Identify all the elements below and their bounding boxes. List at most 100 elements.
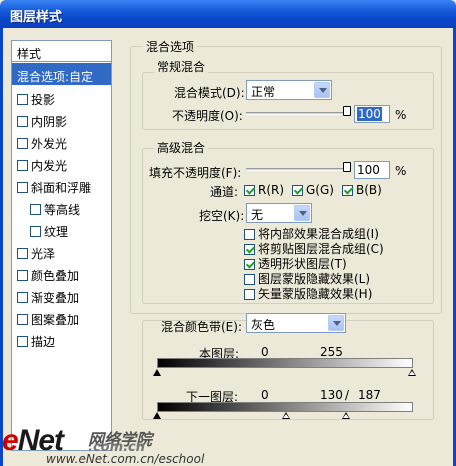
style-list-header: 样式 <box>12 41 111 62</box>
channel-r-label: R(R) <box>258 183 285 197</box>
gradient-overlay-checkbox[interactable] <box>17 291 28 303</box>
blend-mode-label: 混合模式(D): <box>174 86 245 100</box>
style-item-color-overlay[interactable]: 颜色叠加 <box>12 262 111 284</box>
window-title: 图层样式 <box>10 10 63 25</box>
option-label: 图层蒙版隐藏效果(L) <box>258 272 371 286</box>
style-item-label: 外发光 <box>31 136 68 151</box>
inner-glow-checkbox[interactable] <box>17 159 28 171</box>
chevron-down-icon[interactable] <box>294 205 310 221</box>
channel-b-label: B(B) <box>356 183 382 197</box>
this-layer-gradient <box>157 358 413 368</box>
style-item-label: 投影 <box>31 92 56 107</box>
style-item-label: 渐变叠加 <box>31 290 80 305</box>
style-item-drop-shadow[interactable]: 投影 <box>12 86 111 108</box>
opacity-slider-track[interactable] <box>246 112 350 115</box>
underlying-split-slider-right[interactable] <box>342 412 350 419</box>
blend-clipped-checkbox[interactable] <box>244 244 255 255</box>
vector-mask-hides-checkbox[interactable] <box>244 289 255 300</box>
style-item-label: 等高线 <box>44 202 81 217</box>
fill-opacity-unit: % <box>395 164 407 178</box>
knockout-label: 挖空(K): <box>199 209 245 223</box>
option-label: 矢量蒙版隐藏效果(H) <box>258 287 373 301</box>
channel-g-label: G(G) <box>306 183 334 197</box>
style-item-texture[interactable]: 纹理 <box>12 218 111 240</box>
layer-mask-hides-checkbox[interactable] <box>244 274 255 285</box>
style-item-stroke[interactable]: 描边 <box>12 328 111 350</box>
title-bar: 图层样式 <box>0 0 456 28</box>
color-overlay-checkbox[interactable] <box>17 269 28 281</box>
advanced-blending-title: 高级混合 <box>154 139 209 156</box>
this-layer-black-slider[interactable] <box>153 369 161 376</box>
watermark: eNet 网络学院 .com.cn www.eNet.com.cn/eschoo… <box>0 420 456 466</box>
style-item-gradient-overlay[interactable]: 渐变叠加 <box>12 284 111 306</box>
underlying-separator: / <box>345 388 350 402</box>
style-item-label: 光泽 <box>31 246 56 261</box>
channel-r-checkbox[interactable] <box>244 185 255 196</box>
style-list: 样式 混合选项:自定 投影 内阴影 外发光 内发光 斜面和浮雕 等高线 纹理 光… <box>11 40 112 451</box>
option-label: 将剪贴图层混合成组(C) <box>258 242 384 256</box>
opacity-slider-thumb[interactable] <box>343 106 351 116</box>
blend-interior-checkbox[interactable] <box>244 229 255 240</box>
option-label: 透明形状图层(T) <box>258 257 347 271</box>
contour-checkbox[interactable] <box>30 203 41 215</box>
fill-opacity-slider-track[interactable] <box>246 168 350 171</box>
style-item-inner-glow[interactable]: 内发光 <box>12 152 111 174</box>
fill-opacity-value: 100 <box>357 163 380 177</box>
channel-b-checkbox[interactable] <box>342 185 353 196</box>
style-item-bevel-emboss[interactable]: 斜面和浮雕 <box>12 174 111 196</box>
style-item-label: 内阴影 <box>31 114 68 129</box>
style-item-outer-glow[interactable]: 外发光 <box>12 130 111 152</box>
outer-glow-checkbox[interactable] <box>17 137 28 149</box>
style-item-blending-options[interactable]: 混合选项:自定 <box>12 63 111 85</box>
style-item-label: 图案叠加 <box>31 312 80 327</box>
blend-if-value: 灰色 <box>251 318 276 332</box>
channels-label: 通道: <box>210 185 239 199</box>
pattern-overlay-checkbox[interactable] <box>17 313 28 325</box>
style-item-pattern-overlay[interactable]: 图案叠加 <box>12 306 111 328</box>
knockout-select[interactable]: 无 <box>246 203 312 223</box>
blend-if-label: 混合颜色带(E): <box>161 320 242 334</box>
chevron-down-icon[interactable] <box>314 82 330 98</box>
opacity-input[interactable]: 100 <box>354 105 390 123</box>
style-item-satin[interactable]: 光泽 <box>12 240 111 262</box>
satin-checkbox[interactable] <box>17 247 28 259</box>
opacity-label: 不透明度(O): <box>172 109 243 123</box>
watermark-url: www.eNet.com.cn/eschool <box>46 452 205 466</box>
stroke-checkbox[interactable] <box>17 335 28 347</box>
style-item-label: 斜面和浮雕 <box>31 180 92 195</box>
general-blending-title: 常规混合 <box>154 58 209 75</box>
fill-opacity-label: 填充不透明度(F): <box>149 166 242 180</box>
option-vector-mask-hides[interactable]: 矢量蒙版隐藏效果(H) <box>244 285 372 302</box>
underlying-gradient <box>157 402 413 412</box>
underlying-split-slider-left[interactable] <box>282 412 290 419</box>
underlying-low: 0 <box>261 388 269 402</box>
chevron-down-icon[interactable] <box>328 315 344 331</box>
this-layer-high: 255 <box>320 345 343 359</box>
knockout-value: 无 <box>251 208 264 222</box>
texture-checkbox[interactable] <box>30 225 41 237</box>
drop-shadow-checkbox[interactable] <box>17 93 28 105</box>
fill-opacity-slider-thumb[interactable] <box>343 162 351 172</box>
style-item-label: 纹理 <box>44 224 69 239</box>
blend-mode-select[interactable]: 正常 <box>246 80 332 100</box>
channel-b[interactable]: B(B) <box>342 183 382 197</box>
option-label: 将内部效果混合成组(I) <box>258 227 379 241</box>
channel-g[interactable]: G(G) <box>292 183 334 197</box>
inner-shadow-checkbox[interactable] <box>17 115 28 127</box>
fill-opacity-input[interactable]: 100 <box>354 161 390 179</box>
blend-if-select[interactable]: 灰色 <box>246 313 346 333</box>
this-layer-white-slider[interactable] <box>408 369 416 376</box>
channel-r[interactable]: R(R) <box>244 183 284 197</box>
underlying-high-a: 130 <box>320 388 343 402</box>
underlying-high-b: 187 <box>358 388 381 402</box>
opacity-value: 100 <box>357 107 382 121</box>
style-item-label: 描边 <box>31 334 56 349</box>
transparency-shapes-checkbox[interactable] <box>244 259 255 270</box>
channel-g-checkbox[interactable] <box>292 185 303 196</box>
underlying-black-slider[interactable] <box>153 412 161 419</box>
style-item-label: 颜色叠加 <box>31 268 80 283</box>
style-item-label: 混合选项:自定 <box>17 69 94 84</box>
bevel-emboss-checkbox[interactable] <box>17 181 28 193</box>
style-item-contour[interactable]: 等高线 <box>12 196 111 218</box>
style-item-inner-shadow[interactable]: 内阴影 <box>12 108 111 130</box>
